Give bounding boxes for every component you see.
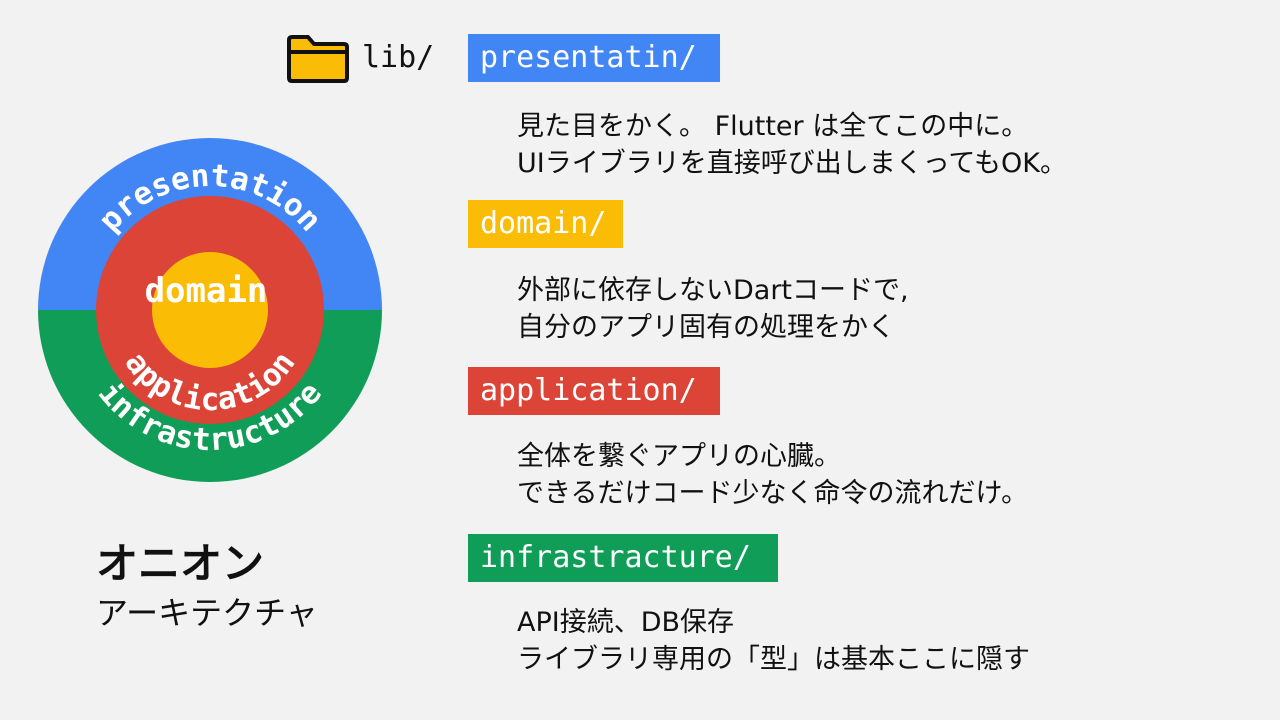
domain-core-label: domain (145, 271, 268, 311)
domain-tag: domain/ (468, 200, 623, 248)
description-line: 全体を繋ぐアプリの心臓。 (517, 441, 841, 472)
domain-description: 外部に依存しないDartコードで, 自分のアプリ固有の処理をかく (517, 272, 909, 346)
description-line: 見た目をかく。 Flutter は全てこの中に。 (517, 111, 1029, 142)
onion-diagram: presentation infrastructure application … (38, 138, 382, 482)
diagram-title: オニオン (96, 539, 265, 588)
diagram-subtitle: アーキテクチャ (96, 594, 318, 632)
folder-label: lib/ (362, 40, 435, 75)
description-line: ライブラリ専用の「型」は基本ここに隠す (517, 644, 1030, 675)
presentation-description: 見た目をかく。 Flutter は全てこの中に。 UIライブラリを直接呼び出しま… (517, 108, 1067, 182)
infrastructure-tag: infrastracture/ (468, 534, 778, 582)
description-line: できるだけコード少なく命令の流れだけ。 (517, 478, 1029, 509)
description-line: API接続、DB保存 (517, 607, 735, 638)
description-line: UIライブラリを直接呼び出しまくってもOK。 (517, 148, 1067, 179)
description-line: 自分のアプリ固有の処理をかく (517, 312, 895, 343)
description-line: 外部に依存しないDartコードで, (517, 275, 909, 306)
application-description: 全体を繋ぐアプリの心臓。 できるだけコード少なく命令の流れだけ。 (517, 438, 1028, 512)
infrastructure-description: API接続、DB保存 ライブラリ専用の「型」は基本ここに隠す (517, 604, 1030, 678)
application-tag: application/ (468, 367, 720, 415)
folder-icon (287, 35, 349, 83)
presentation-tag: presentatin/ (468, 34, 720, 82)
